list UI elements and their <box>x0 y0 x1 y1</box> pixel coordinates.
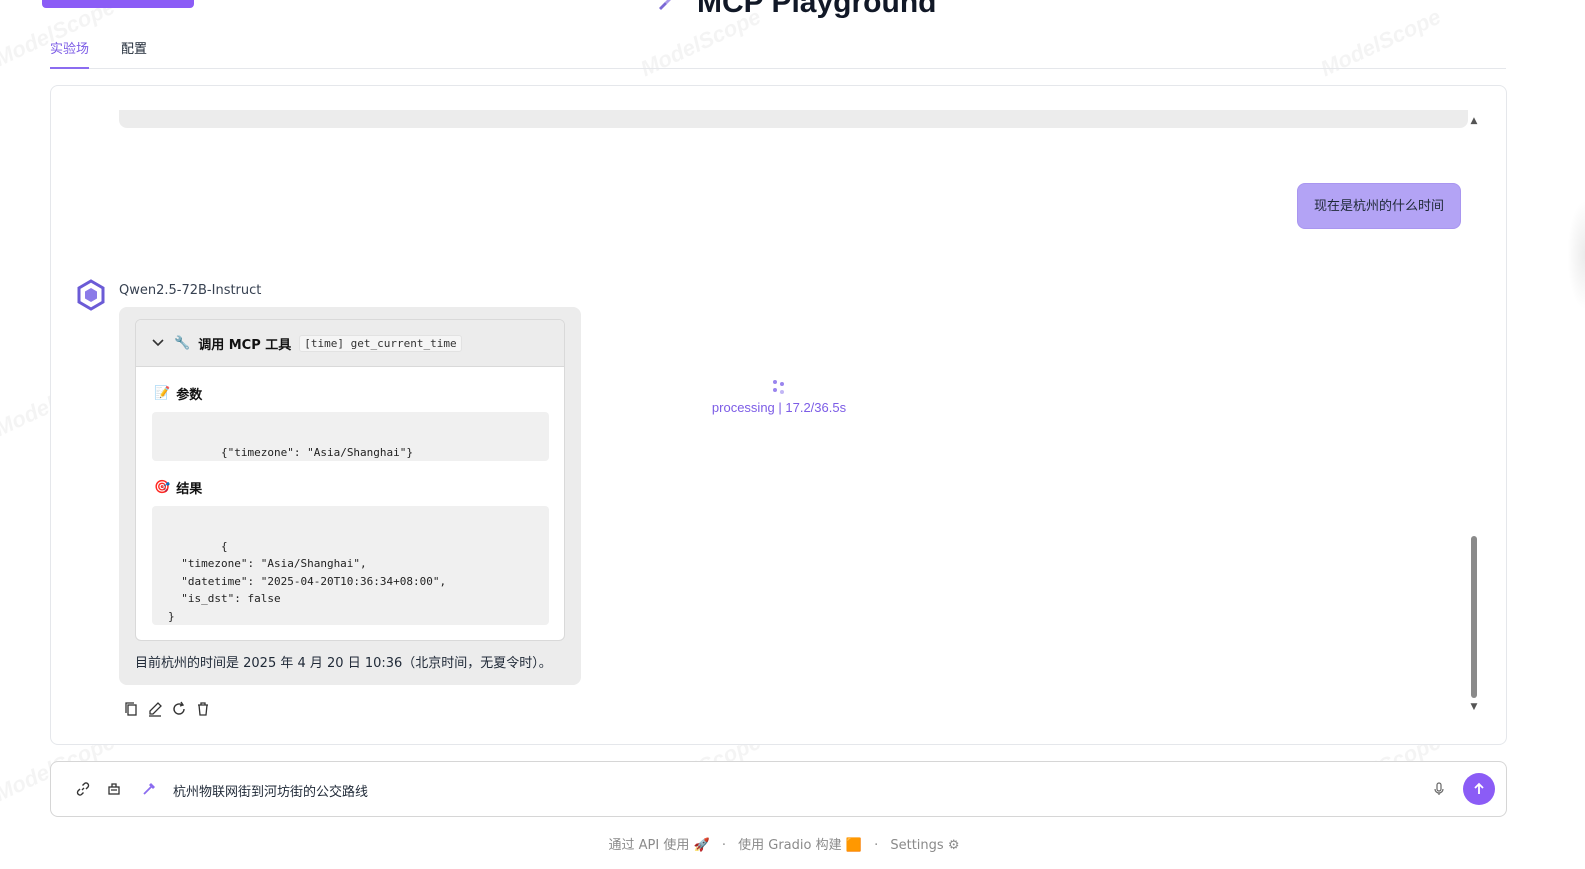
link-icon[interactable] <box>75 781 91 797</box>
header: MCP Playground <box>655 0 936 20</box>
tab-playground[interactable]: 实验场 <box>50 36 90 69</box>
arrow-up-icon <box>1474 782 1484 794</box>
gradio-link[interactable]: 使用 Gradio 构建 <box>738 838 841 853</box>
params-code: {"timezone": "Asia/Shanghai"} <box>220 445 414 459</box>
bot-name: Qwen2.5-72B-Instruct <box>119 283 262 298</box>
qwen-avatar-icon <box>75 279 107 311</box>
message-input[interactable] <box>173 777 1413 803</box>
processing-text: processing | 17.2/36.5s <box>711 400 847 415</box>
tab-bar: 实验场 配置 <box>50 36 1506 69</box>
top-badge[interactable] <box>42 0 194 8</box>
memo-icon: 📝 <box>154 386 171 401</box>
scroll-up-arrow-icon[interactable]: ▲ <box>1469 116 1479 126</box>
spinner-icon <box>709 378 849 396</box>
bot-message: 🔧 调用 MCP 工具 [time] get_current_time 📝 参数… <box>119 307 581 685</box>
user-message: 现在是杭州的什么时间 <box>1297 183 1462 229</box>
delete-icon[interactable] <box>195 701 211 717</box>
scroll-thumb[interactable] <box>1471 536 1477 698</box>
side-handle <box>1567 200 1585 310</box>
scrollbar[interactable]: ▲ ▼ <box>1469 116 1479 716</box>
copy-icon[interactable] <box>529 418 543 432</box>
result-code: { "timezone": "Asia/Shanghai", "datetime… <box>168 539 447 623</box>
settings-link[interactable]: Settings <box>890 838 943 853</box>
scroll-down-arrow-icon[interactable]: ▼ <box>1469 702 1479 712</box>
bot-answer: 目前杭州的时间是 2025 年 4 月 20 日 10:36（北京时间，无夏令时… <box>135 656 552 671</box>
wrench-icon: 🔧 <box>174 335 191 351</box>
message-actions <box>123 701 211 717</box>
gradio-logo-icon: 🟧 <box>845 838 862 853</box>
message-composer <box>50 761 1507 817</box>
chevron-down-icon[interactable] <box>152 336 166 350</box>
gear-icon[interactable]: ⚙ <box>948 838 960 853</box>
result-label: 结果 <box>176 482 203 497</box>
params-code-block: {"timezone": "Asia/Shanghai"} <box>152 412 549 461</box>
mcp-server-icon[interactable] <box>106 781 122 797</box>
edit-icon[interactable] <box>147 701 163 717</box>
tool-call-card: 🔧 调用 MCP 工具 [time] get_current_time 📝 参数… <box>135 319 565 641</box>
page-title: MCP Playground <box>697 0 937 19</box>
previous-message <box>119 110 1468 128</box>
rocket-icon: 🚀 <box>693 838 710 853</box>
tab-config[interactable]: 配置 <box>121 36 147 68</box>
copy-icon[interactable] <box>529 512 543 526</box>
retry-icon[interactable] <box>171 701 187 717</box>
result-section-label: 🎯 结果 <box>154 478 202 497</box>
copy-icon[interactable] <box>123 701 139 717</box>
rocket-icon <box>655 0 683 20</box>
footer: 通过 API 使用 🚀 · 使用 Gradio 构建 🟧 · Settings … <box>608 838 960 853</box>
result-code-block: { "timezone": "Asia/Shanghai", "datetime… <box>152 506 549 625</box>
tool-tag: [time] get_current_time <box>299 334 462 352</box>
processing-indicator: processing | 17.2/36.5s <box>709 378 849 415</box>
api-link[interactable]: 通过 API 使用 <box>609 838 690 853</box>
target-icon: 🎯 <box>154 480 171 495</box>
chat-panel: ▲ ▼ 现在是杭州的什么时间 Qwen2.5-72B-Instruct 🔧 调用… <box>50 85 1507 745</box>
send-button[interactable] <box>1463 773 1495 805</box>
params-label: 参数 <box>176 388 203 403</box>
tool-call-header[interactable]: 🔧 调用 MCP 工具 [time] get_current_time <box>136 320 564 367</box>
params-section-label: 📝 参数 <box>154 384 202 403</box>
microphone-icon[interactable] <box>1431 781 1447 797</box>
tool-call-title: 调用 MCP 工具 <box>198 337 292 353</box>
wand-icon[interactable] <box>141 781 157 797</box>
